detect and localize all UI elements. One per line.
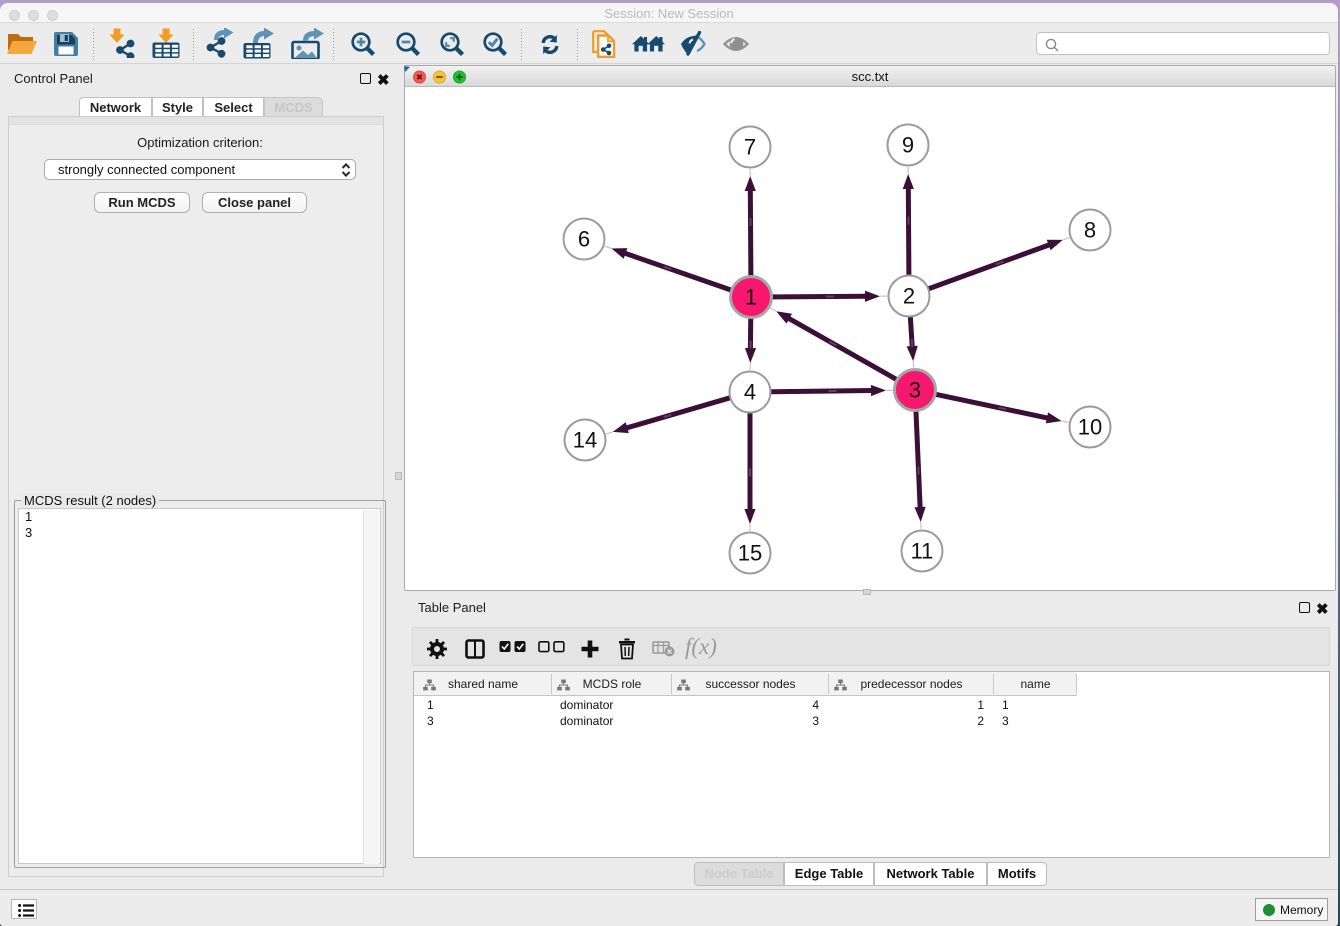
- svg-text:4: 4: [744, 380, 756, 405]
- svg-text:6: 6: [578, 227, 590, 252]
- svg-text:2: 2: [903, 284, 915, 309]
- svg-text:8: 8: [1084, 218, 1096, 243]
- svg-text:10: 10: [1078, 415, 1102, 440]
- svg-text:7: 7: [744, 135, 756, 160]
- svg-text:15: 15: [738, 541, 762, 566]
- svg-text:3: 3: [909, 378, 921, 403]
- svg-text:1: 1: [745, 285, 757, 310]
- svg-text:9: 9: [902, 133, 914, 158]
- svg-text:14: 14: [573, 428, 597, 453]
- svg-text:11: 11: [911, 539, 934, 564]
